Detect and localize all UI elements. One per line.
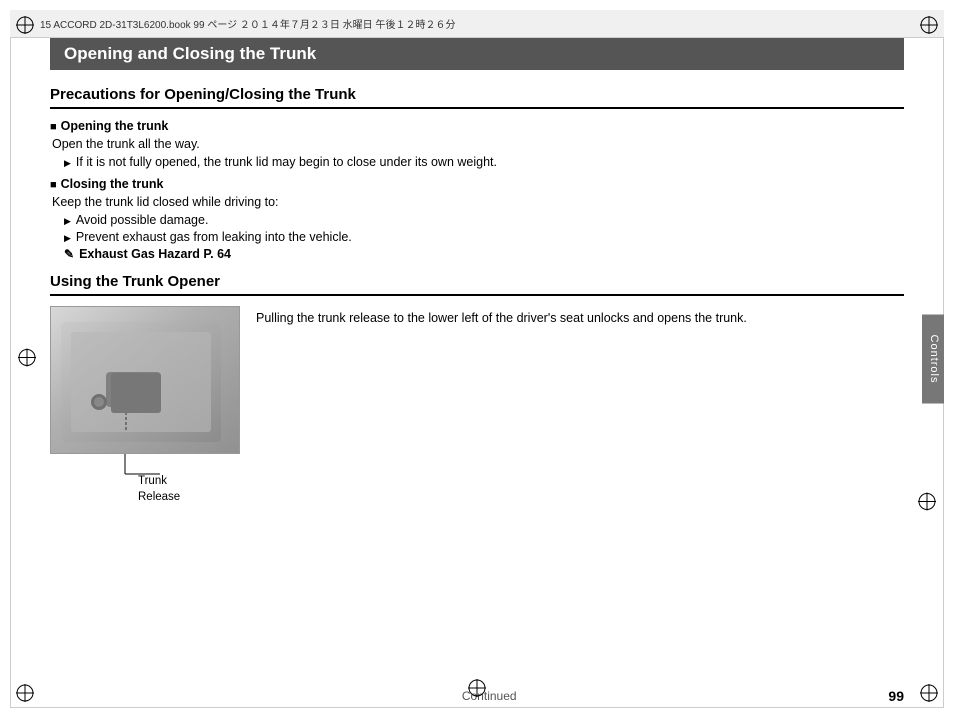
trunk-description: Pulling the trunk release to the lower l…: [256, 306, 904, 505]
closing-trunk-body: Keep the trunk lid closed while driving …: [52, 195, 904, 209]
trunk-image-container: TrunkRelease: [50, 306, 240, 505]
mid-right-mark: [916, 490, 938, 515]
trunk-opener-section: Using the Trunk Opener: [50, 273, 904, 505]
precautions-heading: Precautions for Opening/Closing the Trun…: [50, 86, 904, 109]
right-side-tab: Controls: [922, 315, 944, 404]
corner-mark-tr: [918, 14, 940, 36]
trunk-svg: [51, 307, 240, 454]
corner-mark-br: [918, 682, 940, 704]
page-number: 99: [888, 688, 904, 704]
corner-mark-tl: [14, 14, 36, 36]
closing-trunk-subheading: Closing the trunk: [50, 177, 904, 191]
trunk-opener-content: TrunkRelease Pulling the trunk release t…: [50, 306, 904, 505]
opening-trunk-body: Open the trunk all the way.: [52, 137, 904, 151]
opening-trunk-subheading: Opening the trunk: [50, 119, 904, 133]
closing-trunk-bullet-2: Prevent exhaust gas from leaking into th…: [64, 230, 904, 244]
opening-trunk-bullet: If it is not fully opened, the trunk lid…: [64, 155, 904, 169]
closing-trunk-note-text: Exhaust Gas Hazard P. 64: [79, 247, 231, 261]
note-icon: ✎: [64, 247, 74, 261]
top-strip-text: 15 ACCORD 2D-31T3L6200.book 99 ページ ２０１４年…: [40, 16, 455, 31]
right-tab-label: Controls: [928, 335, 940, 384]
closing-trunk-note: ✎ Exhaust Gas Hazard P. 64: [64, 247, 904, 261]
trunk-label-area: TrunkRelease: [50, 454, 240, 505]
trunk-image: [50, 306, 240, 454]
top-strip: 15 ACCORD 2D-31T3L6200.book 99 ページ ２０１４年…: [10, 10, 944, 38]
page-header-title: Opening and Closing the Trunk: [64, 44, 316, 63]
precautions-section: Precautions for Opening/Closing the Trun…: [50, 86, 904, 261]
mid-left-mark: [16, 347, 38, 372]
page-header: Opening and Closing the Trunk: [50, 38, 904, 70]
main-content: Opening and Closing the Trunk Precaution…: [50, 38, 904, 678]
closing-trunk-bullet-1: Avoid possible damage.: [64, 213, 904, 227]
trunk-opener-heading: Using the Trunk Opener: [50, 273, 904, 296]
bottom-center-mark: [466, 677, 488, 702]
corner-mark-bl: [14, 682, 36, 704]
